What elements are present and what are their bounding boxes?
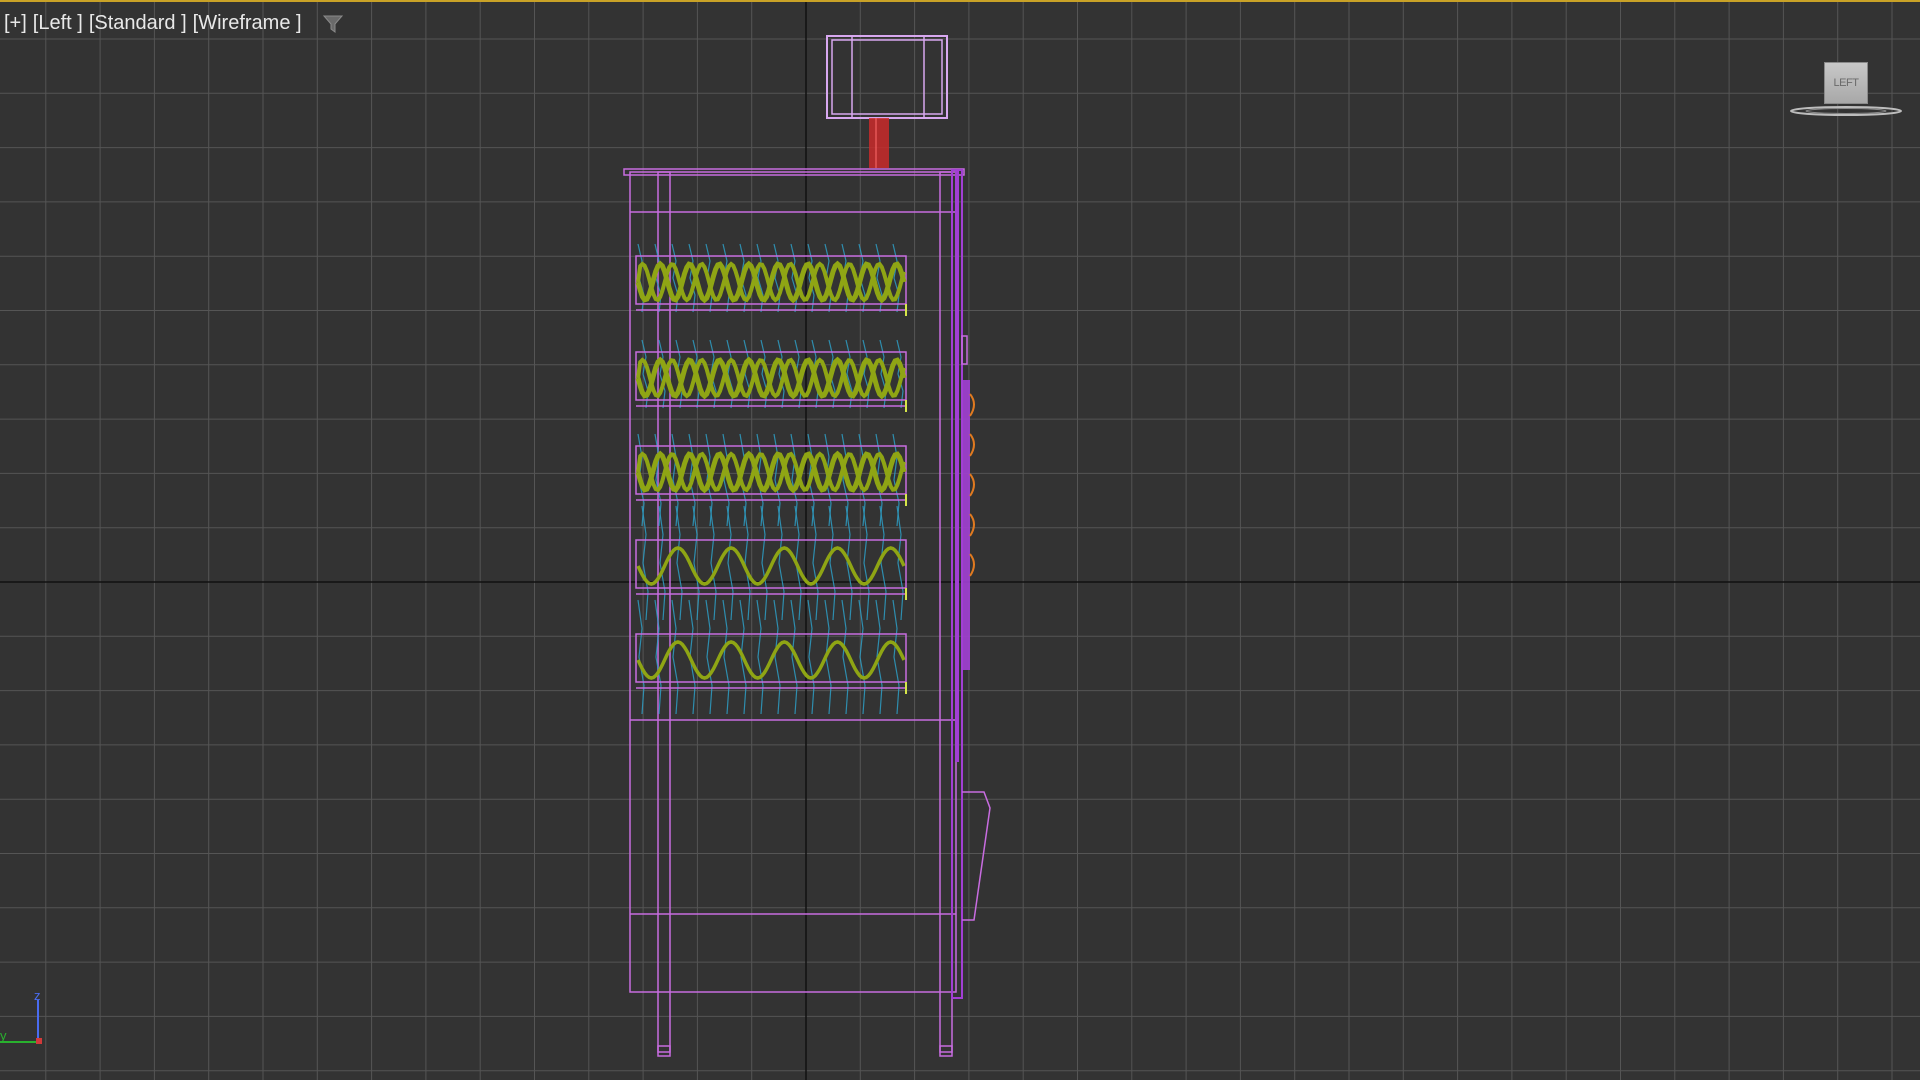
viewport-label-bar: [+] [Left ] [Standard ] [Wireframe ] [4,12,344,35]
bottle [862,505,870,621]
shelf [635,339,907,412]
bottle [692,505,700,621]
bottle [773,599,781,715]
selection-button [969,513,975,537]
bottle [756,243,764,313]
selection-button [969,553,975,577]
left-foot [657,1045,671,1057]
viewport-shading-label[interactable]: [Wireframe ] [193,12,302,35]
left-viewport[interactable]: [+] [Left ] [Standard ] [Wireframe ] LEF… [0,0,1920,1080]
spiral-coil [636,640,906,680]
bottle [777,505,785,621]
right-post [939,171,953,1053]
bottle [892,243,900,313]
funnel-icon[interactable] [322,13,344,35]
viewport-scene[interactable] [0,2,1920,1080]
viewport-render-label[interactable]: [Standard ] [89,12,187,35]
bottle [671,599,679,715]
grid [0,2,1920,1080]
shelf [635,243,907,316]
axis-z-label: z [34,988,41,1003]
axis-y-label: y [0,1028,7,1043]
axis-tripod-lines [0,1000,42,1044]
camera-post [869,118,889,168]
viewcube-face-left[interactable]: LEFT [1824,62,1868,104]
selection-button [969,473,975,497]
bottle [675,505,683,621]
bottle [892,599,900,715]
camera-body [826,35,948,119]
control-panel [962,380,970,670]
selection-button [969,393,975,417]
viewport-view-label[interactable]: [Left ] [33,12,83,35]
bottle [879,505,887,621]
bottle [828,505,836,621]
selection-button [969,433,975,457]
bottle [760,505,768,621]
bottle [705,599,713,715]
door-handle [961,335,968,365]
viewport-menu-plus[interactable]: [+] [4,12,27,35]
bottle [841,599,849,715]
world-axes [0,2,1920,1080]
viewcube[interactable]: LEFT [1788,58,1904,118]
viewcube-ring[interactable] [1788,104,1904,118]
bottle [807,599,815,715]
bottle [811,505,819,621]
vending-machine-wireframe[interactable] [623,35,991,1057]
shelf [635,599,907,715]
right-foot [939,1045,953,1057]
bottle [722,599,730,715]
camera-body-inner [831,39,943,115]
bottle [756,599,764,715]
bottle [709,505,717,621]
axis-tripod: z y [0,988,60,1052]
dispense-flap [962,791,991,921]
bottle [726,505,734,621]
